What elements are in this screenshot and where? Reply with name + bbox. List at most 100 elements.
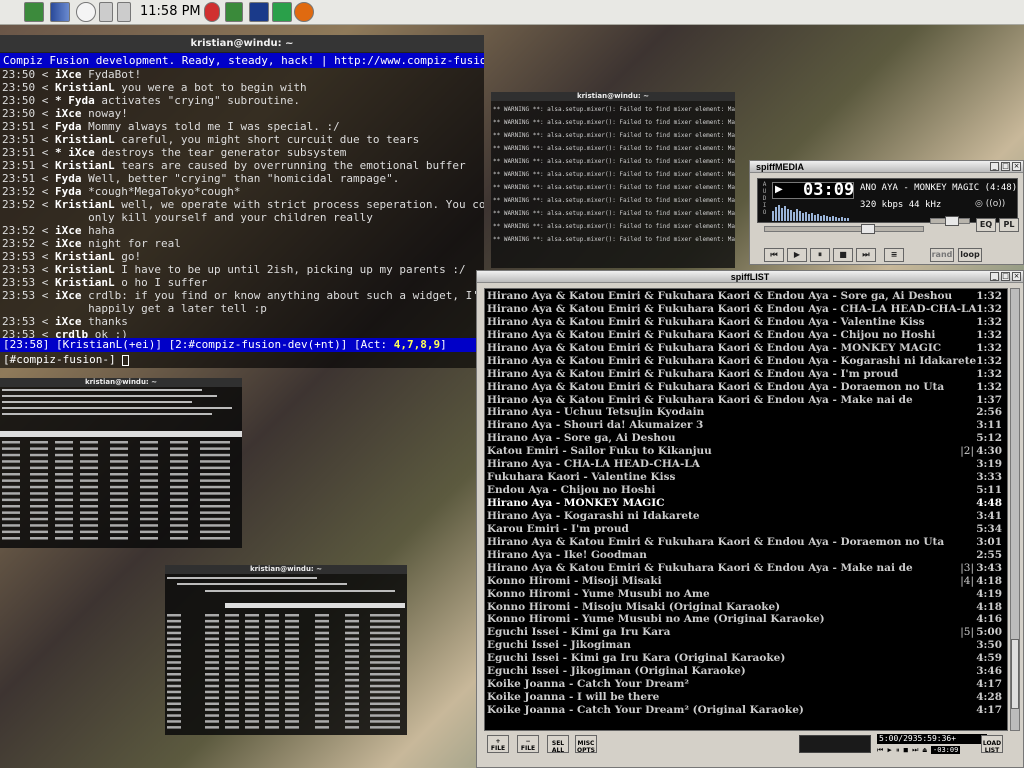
playlist-item[interactable]: Konno Hiromi - Misoju Misaki (Original K… <box>485 601 1007 614</box>
spiffmedia-window[interactable]: spiffMEDIA _ □ × A U D I O 03:09 ▶ ANO A… <box>749 160 1024 265</box>
irc-nick[interactable]: iXce <box>55 237 82 250</box>
playlist-item[interactable]: Hirano Aya - Kogarashi ni Idakarete 3:41 <box>485 510 1007 523</box>
irc-nick[interactable]: iXce <box>55 289 82 302</box>
speaker-icon[interactable] <box>117 2 131 22</box>
irc-nick[interactable]: * Fyda <box>55 94 95 107</box>
playlist-item[interactable]: Koike Joanna - Catch Your Dream² (Origin… <box>485 704 1007 717</box>
volume-icon[interactable] <box>99 2 113 22</box>
loop-button[interactable]: loop <box>958 248 982 262</box>
irc-nick[interactable]: KristianL <box>55 198 115 211</box>
irc-nick[interactable]: KristianL <box>55 276 115 289</box>
playlist-item[interactable]: Koike Joanna - Catch Your Dream² 4:17 <box>485 678 1007 691</box>
irc-nick[interactable]: KristianL <box>55 81 115 94</box>
menu-button[interactable]: ≡ <box>884 248 904 262</box>
playlist-item[interactable]: Hirano Aya & Katou Emiri & Fukuhara Kaor… <box>485 394 1007 407</box>
playlist-item[interactable]: Hirano Aya & Katou Emiri & Fukuhara Kaor… <box>485 368 1007 381</box>
playlist-item[interactable]: Hirano Aya & Katou Emiri & Fukuhara Kaor… <box>485 303 1007 316</box>
playlist-item[interactable]: Konno Hiromi - Yume Musubi no Ame 4:19 <box>485 588 1007 601</box>
irc-nick[interactable]: Fyda <box>55 120 82 133</box>
irc-terminal-window[interactable]: kristian@windu: ~ Compiz Fusion developm… <box>0 35 484 368</box>
misc-options-button[interactable]: MISC OPTS <box>575 735 597 754</box>
irc-nick[interactable]: KristianL <box>55 263 115 276</box>
xrestop-window-title[interactable]: kristian@windu: ~ <box>165 565 407 574</box>
irc-nick[interactable]: KristianL <box>55 250 115 263</box>
mini-transport-icons[interactable]: ⏮ ▶ ⏸ ■ ⏭ ⏏ <box>877 746 931 754</box>
irc-nick[interactable]: iXce <box>55 107 82 120</box>
playlist[interactable]: Hirano Aya & Katou Emiri & Fukuhara Kaor… <box>484 288 1008 731</box>
battery-icon[interactable] <box>225 2 243 22</box>
irc-window-title[interactable]: kristian@windu: ~ <box>0 35 484 53</box>
add-file-button[interactable]: + FILE <box>487 735 509 753</box>
irc-nick[interactable]: KristianL <box>55 133 115 146</box>
playlist-item[interactable]: Katou Emiri - Sailor Fuku to Kikanjuu |2|… <box>485 445 1007 458</box>
eq-button[interactable]: EQ <box>976 218 996 232</box>
playlist-item[interactable]: Endou Aya - Chijou no Hoshi 5:11 <box>485 484 1007 497</box>
volume-knob[interactable] <box>945 216 959 226</box>
no-entry-icon[interactable] <box>204 2 220 22</box>
next-button[interactable]: ⏭ <box>856 248 876 262</box>
irc-input-prompt[interactable]: [#compiz-fusion-] <box>0 352 130 367</box>
playlist-item[interactable]: Konno Hiromi - Yume Musubi no Ame (Origi… <box>485 613 1007 626</box>
volume-slider[interactable] <box>930 216 970 226</box>
playlist-item[interactable]: Hirano Aya & Katou Emiri & Fukuhara Kaor… <box>485 342 1007 355</box>
launcher-icon[interactable] <box>24 2 44 22</box>
playlist-scrollbar[interactable] <box>1010 288 1020 731</box>
rand-button[interactable]: rand <box>930 248 954 262</box>
top-terminal-window[interactable]: kristian@windu: ~ <box>0 378 242 548</box>
playlist-item[interactable]: Karou Emiri - I'm proud 5:34 <box>485 523 1007 536</box>
irc-nick[interactable]: iXce <box>55 315 82 328</box>
close-icon[interactable]: × <box>1012 162 1021 171</box>
spifflist-window[interactable]: spiffLIST _ □ × Hirano Aya & Katou Emiri… <box>476 270 1024 768</box>
playlist-item[interactable]: Hirano Aya - Ike! Goodman 2:55 <box>485 549 1007 562</box>
minimize-icon[interactable]: _ <box>990 272 999 281</box>
playlist-item[interactable]: Hirano Aya & Katou Emiri & Fukuhara Kaor… <box>485 290 1007 303</box>
playlist-item[interactable]: Eguchi Issei - Jikogiman (Original Karao… <box>485 665 1007 678</box>
signal-icon[interactable] <box>50 2 70 22</box>
playlist-item[interactable]: Hirano Aya & Katou Emiri & Fukuhara Kaor… <box>485 536 1007 549</box>
mouse-icon[interactable] <box>76 2 96 22</box>
minimize-icon[interactable]: _ <box>990 162 999 171</box>
warnings-window-title[interactable]: kristian@windu: ~ <box>491 92 735 101</box>
playlist-item[interactable]: Hirano Aya - CHA-LA HEAD-CHA-LA 3:19 <box>485 458 1007 471</box>
playlist-item[interactable]: Hirano Aya & Katou Emiri & Fukuhara Kaor… <box>485 316 1007 329</box>
irc-nick[interactable]: KristianL <box>55 159 115 172</box>
prev-button[interactable]: ⏮ <box>764 248 784 262</box>
playlist-item[interactable]: Eguchi Issei - Kimi ga Iru Kara |5| 5:00 <box>485 626 1007 639</box>
stop-button[interactable]: ■ <box>833 248 853 262</box>
scrollbar-thumb[interactable] <box>1011 639 1019 709</box>
playlist-item[interactable]: Hirano Aya - Shouri da! Akumaizer 3 3:11 <box>485 419 1007 432</box>
workspace-icon[interactable] <box>272 2 292 22</box>
playlist-item[interactable]: Konno Hiromi - Misoji Misaki |4| 4:18 <box>485 575 1007 588</box>
remove-file-button[interactable]: − FILE <box>517 735 539 753</box>
irc-nick[interactable]: Fyda <box>55 185 82 198</box>
playlist-item[interactable]: Hirano Aya - Uchuu Tetsujin Kyodain 2:56 <box>485 406 1007 419</box>
seek-knob[interactable] <box>860 224 875 234</box>
irc-nick[interactable]: iXce <box>55 68 82 81</box>
irc-nick[interactable]: * iXce <box>55 146 95 159</box>
irc-nick[interactable]: iXce <box>55 224 82 237</box>
playlist-item[interactable]: Hirano Aya & Katou Emiri & Fukuhara Kaor… <box>485 381 1007 394</box>
spifflist-titlebar[interactable]: spiffLIST _ □ × <box>477 271 1023 283</box>
monitor-icon[interactable] <box>249 2 269 22</box>
ubuntu-icon[interactable] <box>294 2 314 22</box>
playlist-item[interactable]: Hirano Aya & Katou Emiri & Fukuhara Kaor… <box>485 329 1007 342</box>
spiffmedia-titlebar[interactable]: spiffMEDIA _ □ × <box>750 161 1023 173</box>
seek-slider[interactable] <box>764 224 924 234</box>
warnings-terminal-window[interactable]: kristian@windu: ~ ** WARNING **: alsa.se… <box>491 92 735 268</box>
mini-controls[interactable]: ⏮ ▶ ⏸ ■ ⏭ ⏏ -03:09 <box>877 745 987 755</box>
xrestop-terminal-window[interactable]: kristian@windu: ~ <box>165 565 407 735</box>
playlist-item[interactable]: Hirano Aya & Katou Emiri & Fukuhara Kaor… <box>485 562 1007 575</box>
playlist-item[interactable]: Hirano Aya - MONKEY MAGIC 4:48 <box>485 497 1007 510</box>
pl-button[interactable]: PL <box>999 218 1019 232</box>
maximize-icon[interactable]: □ <box>1001 272 1010 281</box>
playlist-item[interactable]: Hirano Aya - Sore ga, Ai Deshou 5:12 <box>485 432 1007 445</box>
close-icon[interactable]: × <box>1012 272 1021 281</box>
pause-button[interactable]: ⏸ <box>810 248 830 262</box>
irc-nick[interactable]: Fyda <box>55 172 82 185</box>
load-list-button[interactable]: LOAD LIST <box>981 735 1003 754</box>
top-window-title[interactable]: kristian@windu: ~ <box>0 378 242 387</box>
time-display[interactable]: 03:09 <box>772 182 854 199</box>
clock[interactable]: 11:58 PM <box>140 4 201 19</box>
playlist-item[interactable]: Koike Joanna - I will be there 4:28 <box>485 691 1007 704</box>
playlist-item[interactable]: Eguchi Issei - Kimi ga Iru Kara (Origina… <box>485 652 1007 665</box>
